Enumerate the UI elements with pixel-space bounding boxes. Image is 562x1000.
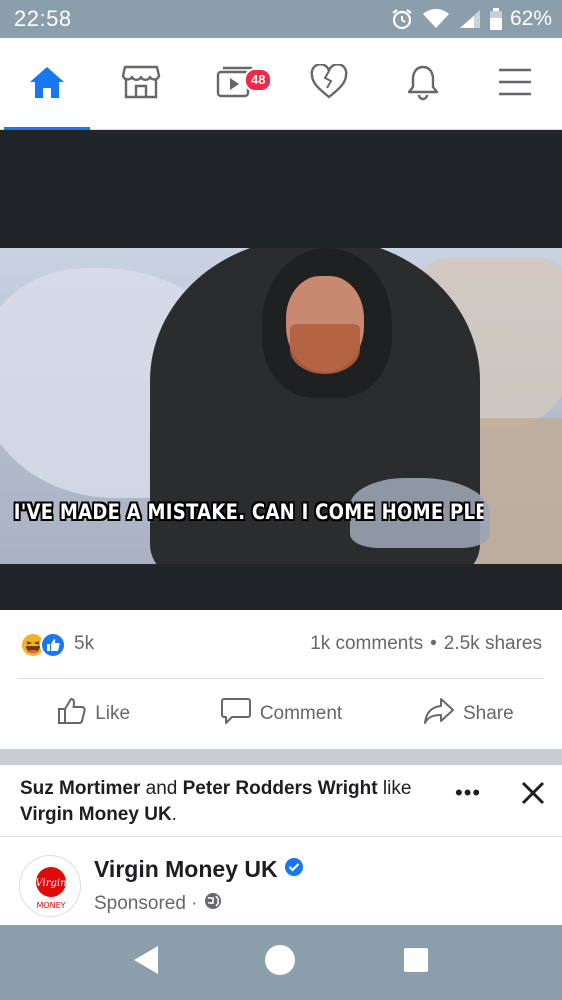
like-label: Like xyxy=(95,703,131,724)
like-button[interactable]: Like xyxy=(0,679,187,749)
nav-menu[interactable] xyxy=(468,38,562,130)
friend-name[interactable]: Suz Mortimer xyxy=(20,778,140,799)
nav-home[interactable] xyxy=(0,38,94,130)
logo-text: MONEY xyxy=(36,901,65,910)
verified-badge-icon xyxy=(284,856,304,883)
status-icons: 62% xyxy=(390,5,552,33)
hamburger-menu-icon xyxy=(497,67,533,102)
shares-count[interactable]: 2.5k shares xyxy=(444,633,542,655)
more-options-icon[interactable]: ••• xyxy=(455,780,491,805)
share-arrow-icon xyxy=(423,697,455,731)
top-navigation: 48 xyxy=(0,38,562,130)
alarm-icon xyxy=(390,7,414,31)
feed-separator xyxy=(0,749,562,765)
meme-caption: I'VE MADE A MISTAKE. CAN I COME HOME PLE… xyxy=(13,500,484,524)
liked-page-name[interactable]: Virgin Money UK xyxy=(20,804,172,825)
recents-button[interactable] xyxy=(376,925,456,1000)
watch-badge: 48 xyxy=(244,68,273,92)
comment-label: Comment xyxy=(259,703,343,724)
page-name-text: Virgin Money UK xyxy=(94,856,278,882)
status-bar: 22:58 62% xyxy=(0,0,562,38)
back-button[interactable] xyxy=(106,925,186,1000)
comment-button[interactable]: Comment xyxy=(187,679,374,749)
post-image[interactable]: I'VE MADE A MISTAKE. CAN I COME HOME PLE… xyxy=(0,248,562,564)
battery-percent: 62% xyxy=(509,7,552,30)
system-navigation-bar xyxy=(0,925,562,1000)
globe-icon xyxy=(204,892,222,916)
reactions-summary: 5k 1k comments • 2.5k shares xyxy=(0,610,562,678)
home-icon xyxy=(28,65,66,104)
heart-icon xyxy=(309,62,349,105)
bell-icon xyxy=(404,63,442,106)
close-icon[interactable] xyxy=(518,778,548,808)
sponsored-text: Sponsored · xyxy=(94,893,198,914)
nav-marketplace[interactable] xyxy=(94,38,188,130)
reaction-icons[interactable] xyxy=(20,632,72,658)
post-media[interactable]: I'VE MADE A MISTAKE. CAN I COME HOME PLE… xyxy=(0,130,562,610)
page-name[interactable]: Virgin Money UK xyxy=(94,856,304,883)
share-button[interactable]: Share xyxy=(375,679,562,749)
nav-dating[interactable] xyxy=(282,38,376,130)
page-avatar[interactable]: Virgin MONEY xyxy=(19,855,81,917)
reaction-count[interactable]: 5k xyxy=(74,633,94,655)
signal-icon xyxy=(458,8,482,30)
marketplace-icon xyxy=(121,64,161,105)
like-reaction-icon xyxy=(40,632,66,658)
engagement-stats: 1k comments • 2.5k shares xyxy=(310,633,542,655)
post-actions: Like Comment Share xyxy=(0,679,562,749)
status-time: 22:58 xyxy=(14,6,72,31)
comments-count[interactable]: 1k comments xyxy=(310,633,423,655)
friend-name[interactable]: Peter Rodders Wright xyxy=(183,778,378,799)
sponsored-label: Sponsored · xyxy=(94,892,222,916)
and-text: and xyxy=(145,778,178,799)
thumbs-up-icon xyxy=(57,697,87,731)
wifi-icon xyxy=(422,8,450,30)
battery-icon xyxy=(489,8,502,30)
recents-square-icon xyxy=(403,947,429,978)
share-label: Share xyxy=(462,703,514,724)
home-circle-icon xyxy=(264,944,296,981)
social-context: Suz Mortimer and Peter Rodders Wright li… xyxy=(20,776,440,828)
like-text: like xyxy=(382,778,412,799)
divider xyxy=(0,836,562,837)
period: . xyxy=(171,804,177,825)
nav-watch[interactable]: 48 xyxy=(188,38,282,130)
figure-beard xyxy=(290,324,360,374)
home-button[interactable] xyxy=(240,925,320,1000)
logo-text: Virgin xyxy=(35,878,66,889)
separator-dot: • xyxy=(430,633,437,654)
comment-bubble-icon xyxy=(220,696,252,732)
nav-notifications[interactable] xyxy=(376,38,470,130)
back-triangle-icon xyxy=(132,944,160,981)
